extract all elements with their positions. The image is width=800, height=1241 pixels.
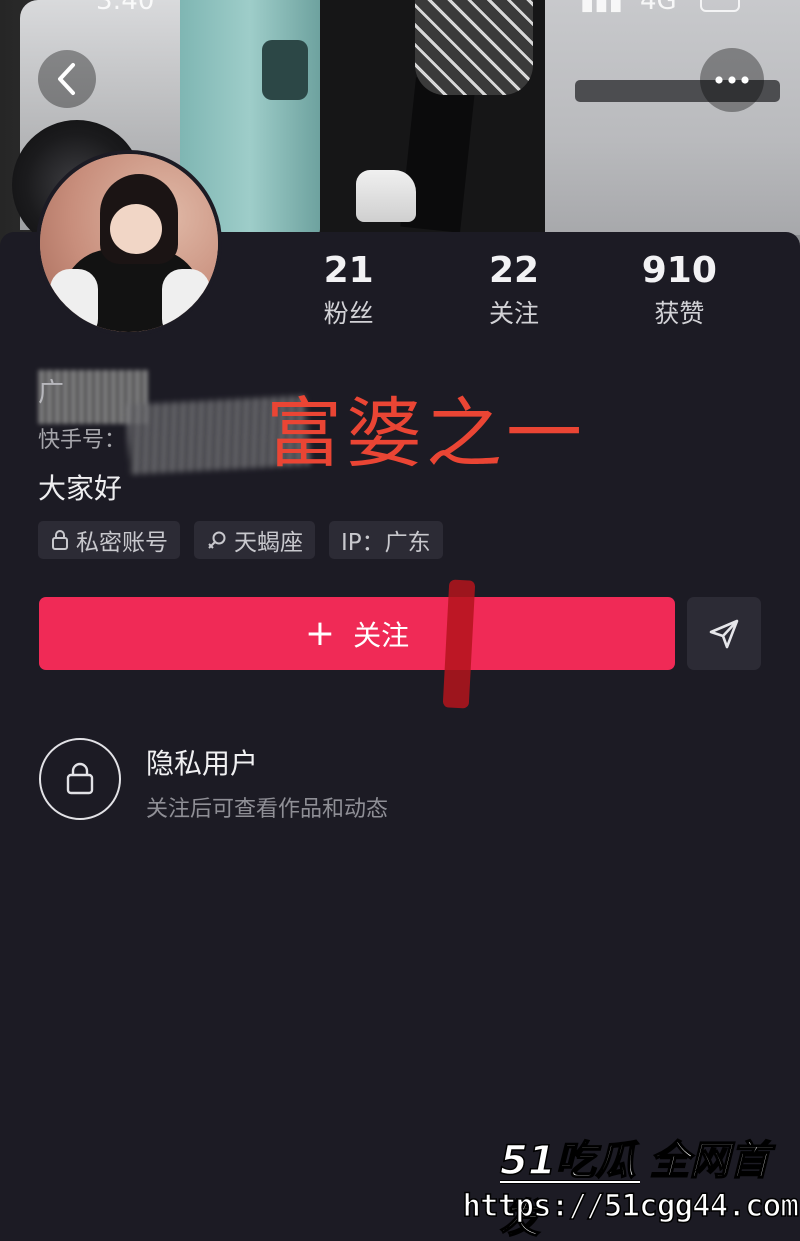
more-button[interactable]	[700, 48, 764, 112]
stat-value: 22	[488, 250, 540, 291]
status-time: 3:40	[96, 0, 155, 16]
stat-value: 910	[641, 250, 717, 291]
send-icon	[709, 619, 739, 648]
stat-label: 粉丝	[323, 299, 374, 328]
stat-label: 关注	[488, 299, 539, 328]
follow-button[interactable]: + 关注	[39, 597, 675, 670]
car-body-right	[545, 0, 800, 235]
tag-zodiac: 天蝎座	[194, 521, 315, 559]
stat-likes[interactable]: 910 获赞	[597, 250, 762, 330]
lock-icon	[52, 530, 68, 550]
follow-button-label: 关注	[353, 618, 410, 652]
signal-icon: ▮▮▮	[580, 0, 623, 16]
private-user-title: 隐私用户	[146, 747, 259, 780]
tag-label: 天蝎座	[234, 530, 303, 556]
lock-icon	[66, 762, 94, 795]
profile-stats: 21 粉丝 22 关注 910 获赞	[266, 250, 762, 330]
private-user-description: 关注后可查看作品和动态	[146, 797, 389, 822]
female-symbol-icon	[208, 531, 226, 549]
stat-following[interactable]: 22 关注	[431, 250, 596, 330]
stat-value: 21	[323, 250, 374, 291]
avatar-face	[110, 204, 162, 254]
watermark-logo: 51吃瓜 全网首发	[499, 1137, 770, 1241]
tag-label: 私密账号	[76, 530, 168, 556]
stat-label: 获赞	[654, 299, 705, 328]
person-shoe	[356, 170, 416, 222]
handle-label: 快手号：	[38, 428, 127, 453]
overlay-annotation: 富婆之一	[266, 389, 586, 478]
profile-tags: 私密账号 天蝎座 IP：广东	[38, 521, 443, 559]
more-horizontal-icon	[715, 76, 749, 84]
plus-icon: +	[304, 612, 336, 654]
stat-followers[interactable]: 21 粉丝	[266, 250, 431, 330]
bio-text: 大家好	[38, 472, 123, 505]
avatar-sleeve-right	[162, 269, 210, 332]
watermark-url: https://51cgg44.com	[462, 1187, 800, 1225]
username: 广	[38, 378, 65, 408]
tag-label: IP：广东	[341, 530, 431, 556]
watermark: 51吃瓜 全网首发 https://51cgg44.com	[462, 1128, 800, 1241]
battery-icon	[700, 0, 740, 12]
avatar-sleeve-left	[50, 269, 98, 332]
private-user-icon	[39, 738, 121, 820]
status-network: 4G	[640, 0, 677, 16]
back-button[interactable]	[38, 50, 96, 108]
share-button[interactable]	[687, 597, 761, 670]
car-door-handle	[262, 40, 308, 100]
avatar[interactable]	[36, 150, 222, 336]
tag-private-account: 私密账号	[38, 521, 180, 559]
chevron-left-icon	[58, 63, 75, 95]
tag-ip-location: IP：广东	[329, 521, 443, 559]
watermark-divider	[500, 1180, 640, 1184]
person-jacket	[415, 0, 533, 95]
